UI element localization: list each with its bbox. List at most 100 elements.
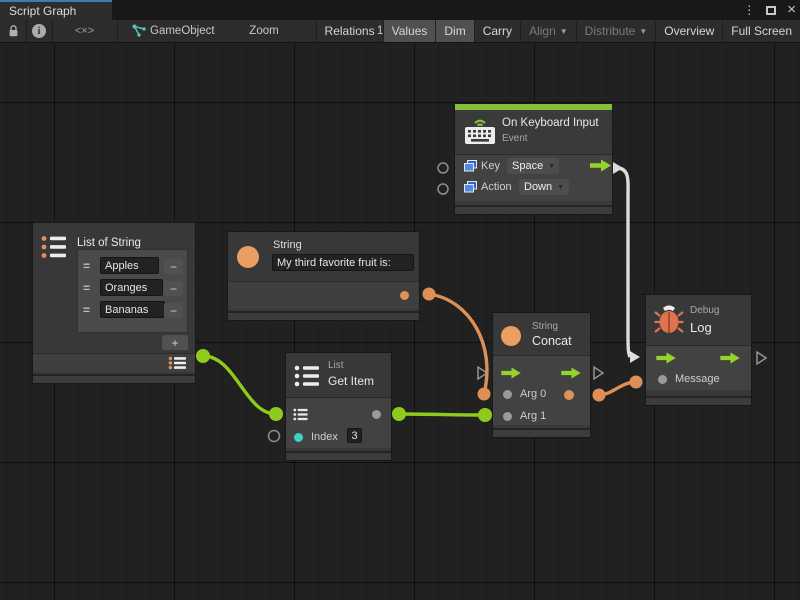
node-title: List of String	[77, 237, 141, 249]
flow-arrow-icon	[501, 367, 522, 379]
node-debug-log[interactable]: Debug Log Message	[646, 295, 751, 405]
graph-canvas[interactable]: On Keyboard Input Event Key Space ▼ Acti…	[0, 43, 800, 600]
tab-title: Script Graph	[9, 4, 76, 18]
gameobject-label[interactable]: GameObject	[150, 20, 235, 42]
arg0-label: Arg 0	[520, 388, 546, 400]
port-concat-trigger-output[interactable]	[594, 367, 603, 379]
wire-list-to-getitem	[203, 356, 276, 414]
node-subtitle: Event	[502, 133, 528, 144]
action-dropdown[interactable]: Down ▼	[519, 179, 569, 195]
caret-down-icon: ▼	[548, 163, 555, 170]
result-output-dot[interactable]	[564, 390, 574, 400]
index-port-dot[interactable]	[294, 433, 303, 442]
remove-item-button[interactable]: −	[164, 281, 183, 296]
carry-button[interactable]: Carry	[474, 20, 520, 42]
port-getitem-list-input[interactable]	[269, 407, 283, 421]
node-string-literal[interactable]: String My third favorite fruit is:	[228, 232, 419, 320]
values-button[interactable]: Values	[383, 20, 436, 42]
flow-arrow-icon	[720, 352, 741, 364]
relations-button[interactable]: Relations	[316, 20, 383, 42]
window-controls: ⋮ ×	[743, 0, 796, 20]
node-title: Log	[690, 320, 712, 335]
tab-script-graph[interactable]: Script Graph	[0, 0, 112, 20]
list-icon	[293, 364, 321, 388]
drag-handle-icon[interactable]: =	[83, 281, 90, 295]
port-getitem-index-input[interactable]	[269, 431, 280, 442]
node-footer-strip	[33, 374, 195, 383]
port-concat-result-output[interactable]	[593, 389, 606, 402]
lock-button[interactable]	[0, 20, 26, 42]
port-concat-arg0-input[interactable]	[478, 388, 491, 401]
message-label: Message	[675, 373, 720, 385]
node-category: Debug	[690, 305, 719, 316]
code-icon: <×>	[75, 25, 94, 37]
list-icon	[40, 234, 68, 260]
port-log-trigger-input[interactable]	[630, 351, 640, 363]
key-dropdown[interactable]: Space ▼	[507, 158, 559, 174]
gameobject-icon	[130, 20, 148, 42]
remove-item-button[interactable]: −	[164, 303, 183, 318]
bug-icon	[654, 302, 684, 336]
distribute-dropdown[interactable]: Distribute▼	[576, 20, 656, 42]
arg1-label: Arg 1	[520, 410, 546, 422]
node-on-keyboard-input[interactable]: On Keyboard Input Event Key Space ▼ Acti…	[455, 104, 612, 214]
node-category: List	[328, 360, 344, 371]
port-concat-trigger-input[interactable]	[478, 367, 487, 379]
caret-down-icon: ▼	[557, 184, 564, 191]
list-input-icon	[293, 408, 308, 421]
node-list-of-string[interactable]: List of String = Apples − = Oranges − = …	[33, 223, 195, 383]
zoom-label: Zoom	[246, 20, 282, 42]
overview-button[interactable]: Overview	[655, 20, 722, 42]
port-log-trigger-output[interactable]	[757, 352, 766, 364]
maximize-icon[interactable]	[766, 6, 776, 15]
remove-item-button[interactable]: −	[164, 259, 183, 274]
keyboard-icon	[462, 114, 498, 148]
caret-down-icon: ▼	[639, 27, 647, 36]
toolbar-toggle-group: Relations Values Dim Carry Align▼ Distri…	[316, 20, 800, 42]
port-keyboard-trigger-output[interactable]	[613, 162, 623, 174]
arg0-port-dot[interactable]	[503, 390, 512, 399]
node-footer-strip	[646, 396, 751, 405]
flow-arrow-icon	[561, 367, 582, 379]
message-port-dot[interactable]	[658, 375, 667, 384]
port-keyboard-action-input[interactable]	[438, 184, 448, 194]
dim-button[interactable]: Dim	[435, 20, 473, 42]
add-item-button[interactable]: +	[162, 335, 188, 350]
port-string-output[interactable]	[423, 288, 436, 301]
port-list-output[interactable]	[196, 349, 210, 363]
fullscreen-button[interactable]: Full Screen	[722, 20, 800, 42]
wire-getitem-to-concat	[399, 414, 485, 415]
list-item-field[interactable]: Apples	[100, 257, 159, 274]
lock-icon	[7, 24, 20, 38]
string-output-dot[interactable]	[400, 291, 409, 300]
binding-icon	[464, 181, 477, 193]
list-item-row: = Oranges −	[79, 278, 186, 300]
code-view-button[interactable]: <×>	[52, 20, 117, 42]
node-footer-strip	[286, 451, 391, 460]
list-item-field[interactable]: Bananas	[100, 301, 165, 318]
wire-string-to-concat	[429, 294, 487, 394]
drag-handle-icon[interactable]: =	[83, 303, 90, 317]
node-footer-strip	[228, 311, 419, 320]
index-field[interactable]: 3	[347, 428, 362, 443]
drag-handle-icon[interactable]: =	[83, 259, 90, 273]
index-label: Index	[311, 431, 338, 443]
wire-concat-to-log	[599, 382, 636, 395]
graph-toolbar: i <×> GameObject Zoom 1x Relations Value…	[0, 20, 800, 43]
port-getitem-output[interactable]	[392, 407, 406, 421]
node-concat[interactable]: String Concat Arg 0 Arg 1	[493, 313, 590, 437]
close-icon[interactable]: ×	[787, 5, 796, 15]
node-get-item[interactable]: List Get Item Index 3	[286, 353, 391, 460]
port-log-message-input[interactable]	[630, 376, 643, 389]
window-menu-icon[interactable]: ⋮	[743, 3, 755, 17]
port-keyboard-key-input[interactable]	[438, 163, 448, 173]
item-output-dot[interactable]	[372, 410, 381, 419]
align-dropdown[interactable]: Align▼	[520, 20, 576, 42]
info-button[interactable]: i	[26, 20, 52, 42]
arg1-port-dot[interactable]	[503, 412, 512, 421]
list-item-field[interactable]: Oranges	[100, 279, 163, 296]
port-concat-arg1-input[interactable]	[478, 408, 492, 422]
wire-keyboard-to-log	[618, 168, 630, 357]
node-title: On Keyboard Input	[502, 117, 599, 129]
string-value-field[interactable]: My third favorite fruit is:	[272, 254, 414, 271]
